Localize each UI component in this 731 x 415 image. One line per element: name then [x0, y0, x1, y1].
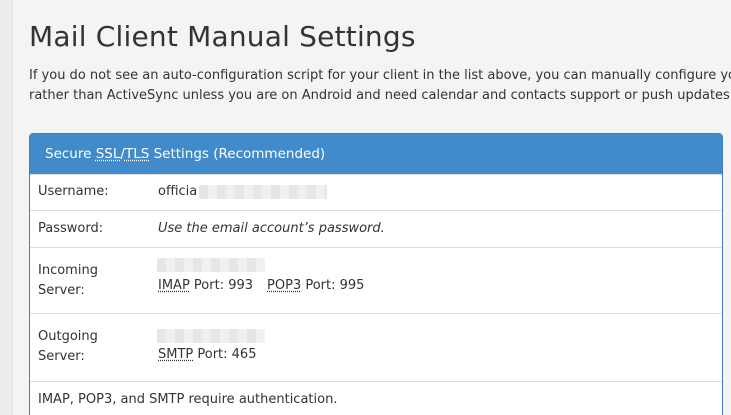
panel-title-suffix: Settings (Recommended) — [149, 146, 326, 162]
left-rail — [0, 0, 13, 415]
intro-text: If you do not see an auto-configuration … — [29, 66, 731, 106]
page: Mail Client Manual Settings If you do no… — [0, 0, 731, 415]
incoming-server-row: Incoming Server: IMAP Port: 993 POP3 Port… — [30, 247, 722, 313]
pop3-abbr: POP3 — [267, 278, 302, 293]
smtp-abbr: SMTP — [158, 347, 194, 362]
panel-title-prefix: Secure — [45, 146, 96, 162]
smtp-port: Port: 465 — [193, 347, 257, 362]
incoming-label-line-2: Server: — [38, 283, 85, 298]
outgoing-ports: SMTP Port: 465 — [158, 345, 256, 365]
pop3-port: Port: 995 — [301, 278, 365, 293]
incoming-ports: IMAP Port: 993 POP3 Port: 995 — [158, 276, 364, 296]
username-label: Username: — [38, 184, 109, 199]
intro-line-2: rather than ActiveSync unless you are on… — [29, 88, 731, 103]
incoming-label-line-1: Incoming — [38, 263, 98, 278]
password-value: Use the email account’s password. — [158, 221, 385, 236]
redacted-incoming-host[interactable] — [157, 258, 265, 272]
password-row: Password: Use the email account’s passwo… — [30, 210, 722, 247]
outgoing-label-line-2: Server: — [38, 349, 85, 364]
username-visible-text: officia — [158, 184, 198, 199]
incoming-server-label: Incoming Server: — [38, 261, 98, 301]
outgoing-label-line-1: Outgoing — [38, 329, 98, 344]
panel-header: Secure SSL/TLS Settings (Recommended) — [30, 134, 722, 174]
username-value[interactable]: officia — [158, 182, 328, 202]
redacted-outgoing-host[interactable] — [157, 329, 265, 343]
password-label: Password: — [38, 221, 104, 236]
imap-abbr: IMAP — [158, 278, 190, 293]
intro-line-1: If you do not see an auto-configuration … — [29, 68, 731, 83]
authentication-note-row: IMAP, POP3, and SMTP require authenticat… — [30, 381, 722, 415]
imap-port: Port: 993 — [189, 278, 254, 293]
redacted-username — [199, 184, 328, 199]
tls-abbr: TLS — [124, 146, 150, 162]
outgoing-server-row: Outgoing Server: SMTP Port: 465 — [30, 313, 722, 381]
ssl-abbr: SSL — [95, 146, 121, 162]
outgoing-server-label: Outgoing Server: — [38, 327, 98, 367]
authentication-note: IMAP, POP3, and SMTP require authenticat… — [38, 392, 338, 407]
username-row: Username: officia — [30, 174, 722, 210]
secure-settings-panel: Secure SSL/TLS Settings (Recommended) Us… — [29, 133, 723, 415]
page-title: Mail Client Manual Settings — [29, 20, 416, 53]
